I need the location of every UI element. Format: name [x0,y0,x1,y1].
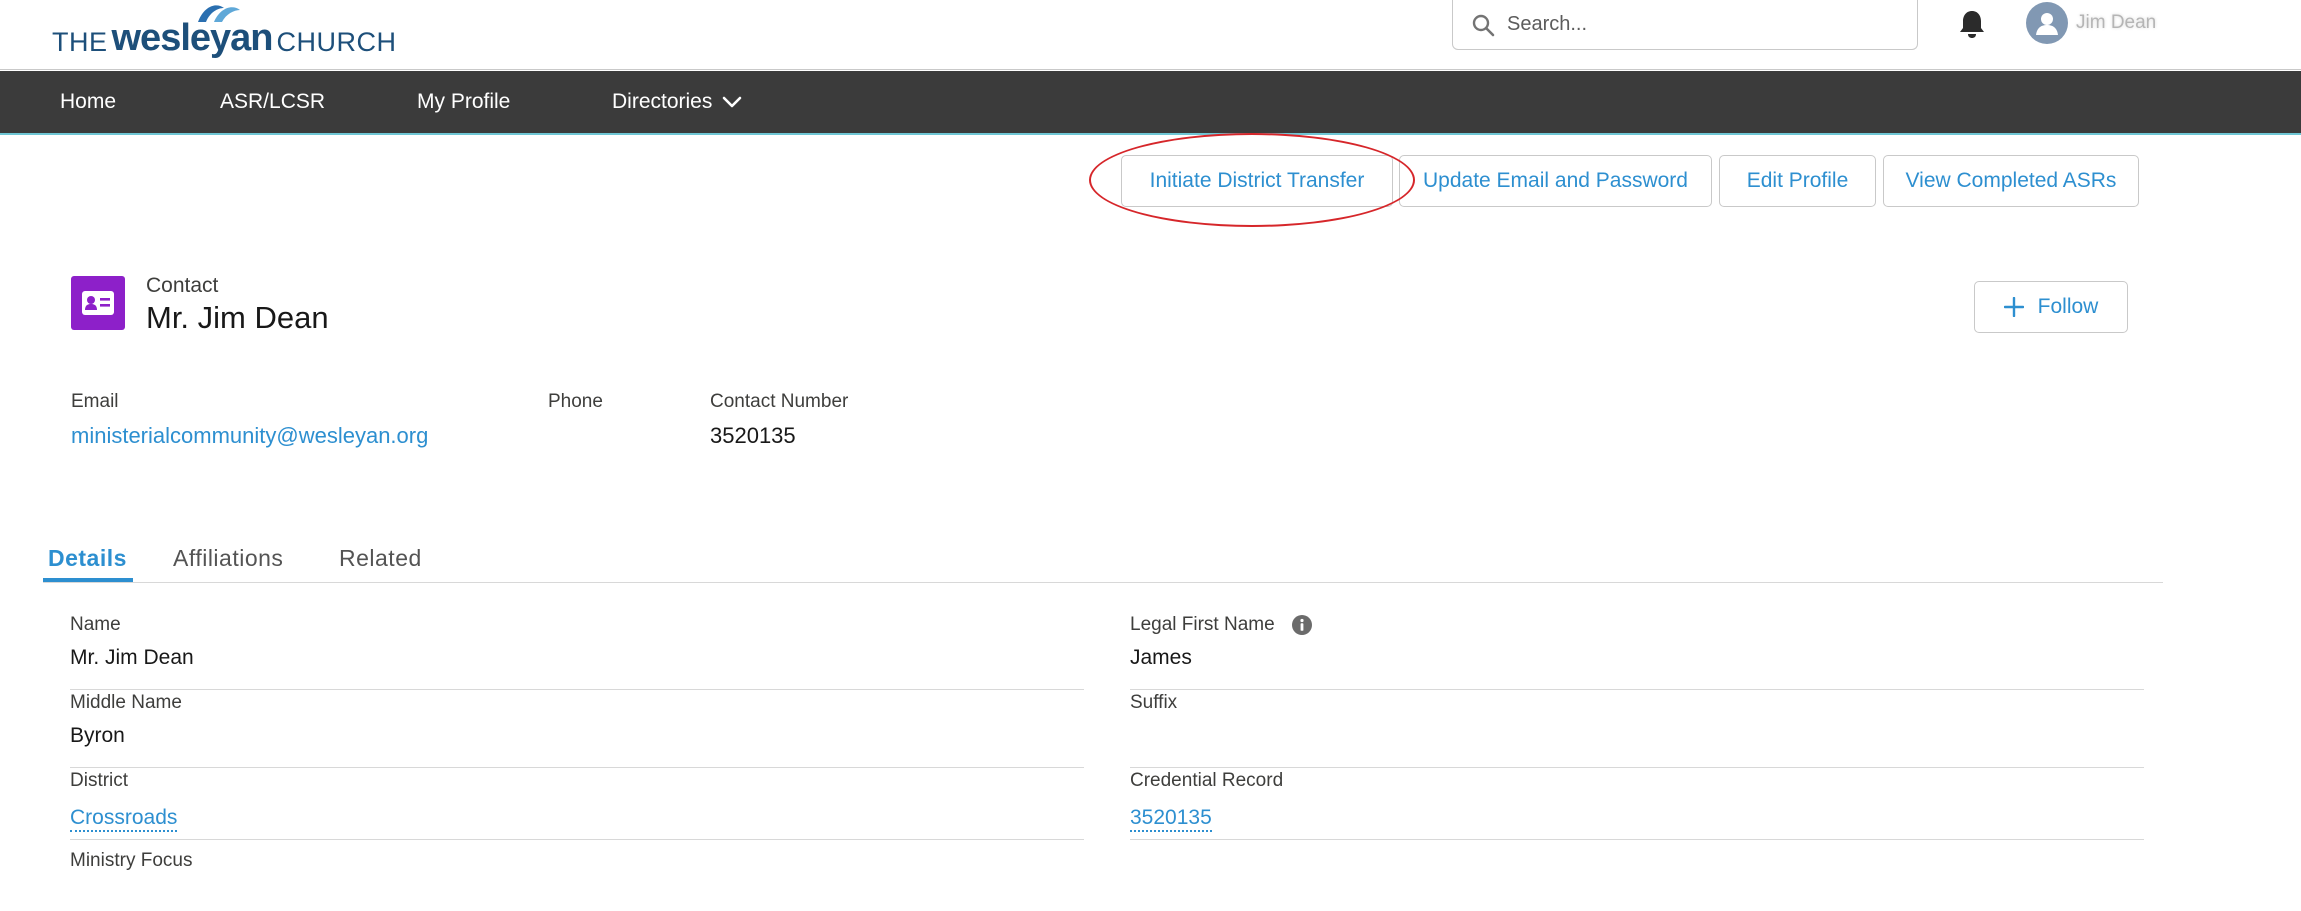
field-legal-first-name: Legal First Name James [1130,614,2144,690]
flame-logo-icon [198,5,240,22]
nav-item-my-profile[interactable]: My Profile [417,71,510,133]
email-label: Email [71,391,119,412]
edit-profile-button[interactable]: Edit Profile [1719,155,1876,207]
field-district: District Crossroads [70,770,1084,840]
view-completed-asrs-button[interactable]: View Completed ASRs [1883,155,2139,207]
main-navigation: Home ASR/LCSR My Profile Directories [0,71,2301,135]
top-header: THE wesleyan CHURCH Jim Dean [0,0,2301,70]
nav-item-asr-lcsr[interactable]: ASR/LCSR [220,71,325,133]
follow-label: Follow [2037,295,2099,318]
initiate-district-transfer-button[interactable]: Initiate District Transfer [1121,155,1393,207]
search-input[interactable] [1507,13,1907,36]
contact-number-value: 3520135 [710,423,796,448]
credential-record-link[interactable]: 3520135 [1130,806,1212,832]
field-suffix: Suffix [1130,692,2144,768]
wesleyan-church-logo[interactable]: THE wesleyan CHURCH [52,5,397,59]
tab-affiliations[interactable]: Affiliations [173,533,283,583]
user-avatar[interactable] [2026,2,2068,44]
contact-record-icon [71,276,125,330]
field-credential-record-label: Credential Record [1130,770,1284,791]
search-icon [1472,14,1495,36]
logo-church: CHURCH [276,27,397,57]
field-ministry-focus: Ministry Focus [70,850,1084,890]
nav-item-directories-label: Directories [612,90,713,113]
notifications-bell-icon[interactable] [1958,9,1986,39]
record-title: Mr. Jim Dean [146,300,329,335]
nav-item-directories[interactable]: Directories [612,71,742,133]
field-middle-name-value: Byron [70,724,125,747]
nav-item-home[interactable]: Home [60,71,116,133]
tab-details[interactable]: Details [48,533,127,583]
user-name[interactable]: Jim Dean [2076,12,2156,34]
field-credential-record: Credential Record 3520135 [1130,770,2144,840]
info-icon[interactable] [1291,614,1313,636]
field-name-label: Name [70,614,121,635]
field-district-label: District [70,770,129,791]
global-search[interactable] [1452,0,1918,50]
contact-number-label: Contact Number [710,391,849,412]
update-email-password-button[interactable]: Update Email and Password [1399,155,1712,207]
email-link[interactable]: ministerialcommunity@wesleyan.org [71,423,428,449]
tab-related[interactable]: Related [339,533,422,583]
district-link[interactable]: Crossroads [70,806,178,832]
logo-wesleyan: wesleyan [111,17,274,59]
contact-card-icon [82,291,114,315]
active-tab-indicator [43,578,133,582]
field-middle-name: Middle Name Byron [70,692,1084,768]
plus-icon [2003,297,2024,317]
field-middle-name-label: Middle Name [70,692,182,713]
follow-button[interactable]: Follow [1974,281,2128,333]
logo-the: THE [52,27,108,57]
field-legal-first-name-value: James [1130,646,1192,669]
phone-label: Phone [548,391,603,412]
record-tabs: Details Affiliations Related [43,533,2163,583]
record-type-label: Contact [146,274,219,297]
field-suffix-label: Suffix [1130,692,1178,713]
field-ministry-focus-label: Ministry Focus [70,850,193,871]
field-name-value: Mr. Jim Dean [70,646,194,669]
field-name: Name Mr. Jim Dean [70,614,1084,690]
field-legal-first-name-label: Legal First Name [1130,614,1313,636]
user-icon [2036,13,2058,35]
legal-first-name-label-text: Legal First Name [1130,614,1275,635]
chevron-down-icon [723,96,742,108]
